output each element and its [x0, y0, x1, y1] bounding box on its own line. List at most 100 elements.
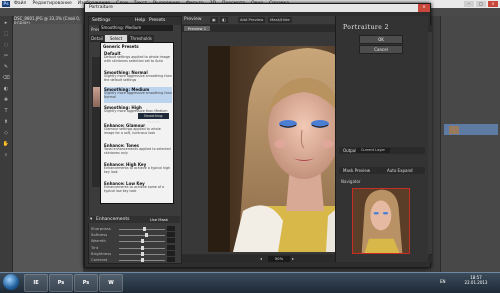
dodge-tool-icon[interactable]: ◐	[2, 86, 10, 93]
preview-tab[interactable]: Preview 1	[184, 26, 210, 31]
preset-item[interactable]: Enhance: Tones Tonal enhancements applie…	[104, 143, 172, 155]
cancel-button[interactable]: Cancel	[359, 45, 403, 54]
preset-hover-tooltip: Smoothing: Medium	[138, 113, 169, 124]
enhancements-header[interactable]: ▾ Enhancements Use Mask	[88, 216, 180, 223]
marquee-tool-icon[interactable]: ⬚	[2, 31, 10, 38]
preset-item-desc: Enhancements to achieve some of a typica…	[104, 185, 165, 193]
enhancement-value-field[interactable]	[167, 238, 175, 244]
zoom-field[interactable]: 50%	[268, 256, 290, 262]
enhancement-value-field[interactable]	[167, 226, 175, 231]
enhancement-row: Warmth	[91, 238, 175, 244]
enhancement-label: Tint	[91, 244, 99, 250]
close-button[interactable]: ×	[488, 1, 498, 7]
brush-tool-icon[interactable]: ✎	[2, 64, 10, 71]
zoom-tool-icon[interactable]: ⌕	[2, 152, 10, 159]
enhancement-slider-knob[interactable]	[141, 258, 144, 262]
preset-item[interactable]: Enhance: Glamour Glamour settings applie…	[104, 123, 172, 135]
preset-item-desc: Tonal enhancements applied to selected s…	[104, 147, 171, 155]
window-titlebar: Portraiture ×	[85, 4, 430, 12]
zoom-in-icon[interactable]: ▸	[292, 256, 294, 261]
hand-tool-icon[interactable]: ✋	[2, 141, 10, 148]
preset-item[interactable]: Enhance: High Key Enhancements to achiev…	[104, 162, 172, 174]
mask-preview-checkbox[interactable]: Mask Preview	[343, 167, 370, 174]
mask-hide-button[interactable]: Mask/Hide	[268, 17, 292, 23]
heal-tool-icon[interactable]: ✚	[2, 97, 10, 104]
photoshop-logo: Ps	[2, 1, 10, 7]
enhancement-row: Sharpness	[91, 226, 175, 232]
preset-item-desc: Enhancements to achieve a typical high k…	[104, 166, 171, 174]
enhancement-slider-knob[interactable]	[145, 233, 149, 238]
enhancement-slider-knob[interactable]	[141, 239, 144, 244]
crop-tool-icon[interactable]: ✂	[2, 53, 10, 60]
eraser-tool-icon[interactable]: ⌫	[2, 75, 10, 82]
preset-dropdown[interactable]: Smoothing: Medium	[99, 25, 173, 31]
preset-item[interactable]: Smoothing: Normal Slightly more aggressi…	[104, 70, 172, 82]
enhancement-value-field[interactable]	[167, 244, 175, 250]
photoshop-canvas-area	[13, 24, 83, 272]
window-close-button[interactable]: ×	[418, 4, 430, 12]
settings-presets-link[interactable]: Presets	[149, 17, 165, 25]
portraiture-logo: Portraiture 2	[343, 24, 389, 31]
preset-item[interactable]: Default Default settings applied to whol…	[104, 51, 172, 63]
taskbar-clock[interactable]: 18:57 22.01.2013	[456, 275, 496, 285]
taskbar-app-ie[interactable]: IE	[24, 274, 48, 292]
single-view-button[interactable]: ▣	[210, 17, 218, 23]
preset-item-desc: Slightly more aggressive smoothing than …	[104, 91, 172, 99]
language-indicator[interactable]: EN	[440, 279, 446, 284]
portraiture-window: Portraiture × Settings Help Presets Pres…	[84, 3, 432, 268]
enhancement-slider-knob[interactable]	[141, 251, 144, 256]
enhancement-row: Brightness	[91, 250, 175, 257]
menu-edit[interactable]: Редактирование	[32, 1, 71, 6]
settings-header: Settings Help Presets	[89, 17, 181, 25]
ok-button[interactable]: OK	[359, 35, 403, 44]
minimize-button[interactable]: –	[464, 1, 474, 7]
preset-item-selected[interactable]: Smoothing: Medium Slightly more aggressi…	[104, 87, 172, 103]
clock-date: 22.01.2013	[464, 280, 488, 285]
enhancement-value-field[interactable]	[167, 232, 175, 238]
enhancement-slider-knob[interactable]	[141, 245, 144, 250]
output-dropdown[interactable]: Current Layer	[356, 148, 390, 153]
enhancement-slider-knob[interactable]	[143, 227, 147, 231]
preset-item-desc: Default settings applied to whole image …	[104, 55, 170, 63]
navigator-label: Navigator	[341, 179, 361, 184]
enhancement-value-field[interactable]	[167, 257, 175, 262]
split-view-button[interactable]: ◧	[220, 17, 228, 23]
navigator-thumbnail[interactable]	[352, 188, 410, 254]
taskbar-app-photoshop[interactable]: Ps	[49, 274, 73, 292]
enhancement-value-field[interactable]	[167, 250, 175, 256]
menu-file[interactable]: Файл	[14, 1, 26, 6]
enhancement-slider[interactable]	[119, 235, 165, 237]
enhancement-row: Softness	[91, 232, 175, 238]
move-tool-icon[interactable]: ▸	[2, 20, 10, 27]
preset-item-desc: Slightly more aggressive smoothing than …	[104, 74, 172, 82]
type-tool-icon[interactable]: T	[2, 108, 10, 115]
maximize-button[interactable]: □	[476, 1, 486, 7]
enhancements-triangle-icon: ▾	[90, 217, 93, 222]
enhancement-slider[interactable]	[119, 229, 165, 230]
enhancement-row: Contrast	[91, 257, 175, 263]
settings-title: Settings	[92, 18, 111, 23]
enhancement-label: Warmth	[91, 238, 106, 244]
use-mask-checkbox[interactable]: Use Mask	[150, 216, 168, 223]
tab-detail[interactable]: Detail	[90, 35, 104, 42]
taskbar-app-photoshop-2[interactable]: Ps	[74, 274, 98, 292]
preset-item[interactable]: Enhance: Low Key Enhancements to achieve…	[104, 181, 172, 193]
toolbox: ▸ ⬚ ◌ ✂ ✎ ⌫ ◐ ✚ T ⬆ ◇ ✋ ⌕	[0, 16, 13, 272]
preview-title: Preview	[184, 17, 202, 22]
start-button[interactable]	[3, 274, 19, 290]
preset-item-desc: Glamour settings applied to whole image …	[104, 127, 161, 135]
add-preview-button[interactable]: Add Preview	[238, 17, 266, 23]
layer-thumbnail	[449, 126, 459, 134]
enhancement-label: Contrast	[91, 257, 108, 262]
taskbar-app-word[interactable]: W	[99, 274, 123, 292]
path-tool-icon[interactable]: ⬆	[2, 119, 10, 126]
preset-group-title: Generic Presets	[103, 44, 139, 49]
zoom-out-icon[interactable]: ◂	[260, 256, 262, 261]
lasso-tool-icon[interactable]: ◌	[2, 42, 10, 49]
shape-tool-icon[interactable]: ◇	[2, 130, 10, 137]
tab-thresholds[interactable]: Thresholds	[128, 35, 154, 42]
settings-help-link[interactable]: Help	[135, 17, 145, 25]
auto-expand-checkbox[interactable]: Auto Expand	[387, 167, 413, 174]
tab-select-only[interactable]: Select Only	[105, 35, 127, 48]
enhancement-label: Softness	[91, 232, 108, 238]
